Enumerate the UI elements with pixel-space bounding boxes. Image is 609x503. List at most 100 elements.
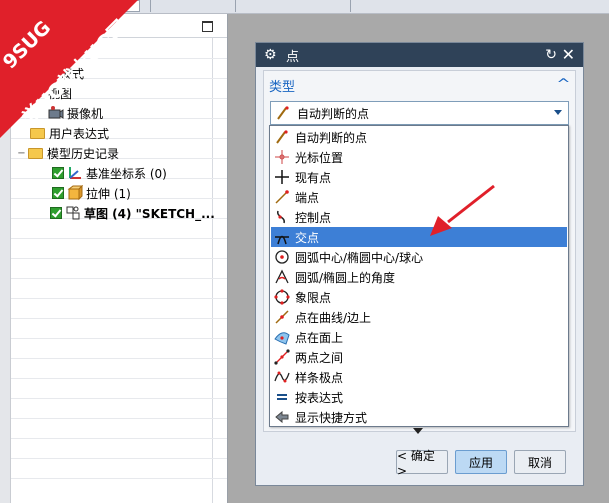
dropdown-item-label: 象限点 <box>295 290 332 305</box>
dropdown-item[interactable]: 现有点 <box>271 167 567 187</box>
show-shortcuts-icon <box>274 409 290 425</box>
chevron-up-icon[interactable]: ^ <box>556 77 570 92</box>
camera-icon <box>48 105 64 121</box>
collapse-icon[interactable]: − <box>17 148 26 159</box>
more-options-arrow-icon[interactable] <box>413 428 423 434</box>
dropdown-item-label: 两点之间 <box>295 350 344 365</box>
dropdown-item[interactable]: 圆弧/椭圆上的角度 <box>271 267 567 287</box>
dropdown-item[interactable]: 自动判断的点 <box>271 127 567 147</box>
tree-item-model-history[interactable]: − 模型历史记录 <box>17 143 119 163</box>
chevron-down-icon[interactable] <box>554 110 562 115</box>
extrude-icon <box>67 184 84 201</box>
tree-item-extrude[interactable]: 拉伸 (1) <box>52 183 131 203</box>
reset-icon[interactable]: ↻ <box>545 47 557 63</box>
by-expression-icon <box>274 389 290 405</box>
datum-csys-icon <box>67 165 83 181</box>
resource-bar-strip <box>0 14 11 503</box>
tree-item-cameras[interactable]: 摄像机 <box>48 103 103 123</box>
dropdown-item-selected[interactable]: 交点 <box>271 227 567 247</box>
tree-item-mode[interactable]: 录模式 <box>48 63 84 83</box>
visibility-checkbox[interactable] <box>50 207 62 219</box>
type-section-header[interactable]: 类型 ^ <box>264 73 575 97</box>
cursor-location-icon <box>274 149 290 165</box>
dropdown-item-label: 按表达式 <box>295 390 344 405</box>
type-select[interactable]: 自动判断的点 <box>270 101 569 125</box>
gear-icon[interactable]: ⚙ <box>264 48 278 62</box>
dropdown-item[interactable]: 控制点 <box>271 207 567 227</box>
dropdown-item-label: 圆弧中心/椭圆中心/球心 <box>295 250 424 265</box>
dropdown-item[interactable]: 光标位置 <box>271 147 567 167</box>
tree-item-datum-csys[interactable]: 基准坐标系 (0) <box>52 163 167 183</box>
tree-item-user-expressions[interactable]: 用户表达式 <box>30 123 109 143</box>
tree-item-label: 草图 (4) "SKETCH_... <box>84 206 215 221</box>
visibility-checkbox[interactable] <box>52 187 64 199</box>
dropdown-item-label: 点在曲线/边上 <box>295 310 372 325</box>
dropdown-item[interactable]: 端点 <box>271 187 567 207</box>
row-divider <box>11 418 227 419</box>
dropdown-item-label: 点在面上 <box>295 330 344 345</box>
dropdown-item-label: 交点 <box>295 230 320 245</box>
angle-on-arc-icon <box>274 269 290 285</box>
sketch-icon <box>65 205 81 221</box>
dropdown-item[interactable]: 按表达式 <box>271 387 567 407</box>
maximize-icon[interactable] <box>202 21 213 32</box>
toolbar-field[interactable] <box>78 0 140 12</box>
apply-button[interactable]: 应用 <box>455 450 507 474</box>
spline-pole-icon <box>274 369 290 385</box>
quadrant-point-icon <box>274 289 290 305</box>
folder-icon <box>30 125 46 141</box>
cancel-button[interactable]: 取消 <box>514 450 566 474</box>
toolbar-separator <box>235 0 236 12</box>
dropdown-item-label: 现有点 <box>295 170 332 185</box>
close-icon[interactable]: ✕ <box>562 45 575 64</box>
row-divider <box>11 98 227 99</box>
existing-point-icon <box>274 169 290 185</box>
arc-center-icon <box>274 249 290 265</box>
column-divider <box>212 38 213 503</box>
dropdown-item[interactable]: 圆弧中心/椭圆中心/球心 <box>271 247 567 267</box>
row-divider <box>11 438 227 439</box>
row-divider <box>11 258 227 259</box>
tree-item-label: 模型历史记录 <box>47 146 120 161</box>
navigator-header <box>11 14 227 38</box>
row-divider <box>11 238 227 239</box>
dropdown-item-label: 自动判断的点 <box>295 130 368 145</box>
dialog-title: 点 <box>286 49 300 65</box>
intersection-point-icon <box>274 229 290 245</box>
dropdown-item[interactable]: 显示快捷方式 <box>271 407 567 427</box>
row-divider <box>11 318 227 319</box>
row-divider <box>11 278 227 279</box>
part-navigator-panel: 录模式 视图 摄像机 用户表达式 − 模型历史记录 基准坐标系 (0) 拉伸 (… <box>0 14 228 503</box>
dropdown-item[interactable]: 象限点 <box>271 287 567 307</box>
dropdown-item[interactable]: 样条极点 <box>271 367 567 387</box>
dropdown-item[interactable]: 点在曲线/边上 <box>271 307 567 327</box>
dropdown-item[interactable]: 两点之间 <box>271 347 567 367</box>
row-divider <box>11 398 227 399</box>
tree-item-label: 基准坐标系 (0) <box>86 166 167 181</box>
tree-item-label: 用户表达式 <box>49 126 110 141</box>
row-divider <box>11 78 227 79</box>
folder-icon <box>28 145 44 161</box>
control-point-icon <box>274 209 290 225</box>
row-divider <box>11 358 227 359</box>
visibility-checkbox[interactable] <box>52 167 64 179</box>
inferred-point-icon <box>275 105 291 121</box>
row-divider <box>11 58 227 59</box>
row-divider <box>11 298 227 299</box>
dropdown-item-label: 显示快捷方式 <box>295 410 368 425</box>
tree-item-label: 录模式 <box>48 66 85 81</box>
tree-item-label: 摄像机 <box>67 106 104 121</box>
end-point-icon <box>274 189 290 205</box>
dropdown-item-label: 控制点 <box>295 210 332 225</box>
dropdown-item[interactable]: 点在面上 <box>271 327 567 347</box>
ok-button[interactable]: < 确定 > <box>396 449 448 478</box>
dropdown-item-label: 样条极点 <box>295 370 344 385</box>
tree-item-views[interactable]: 视图 <box>48 83 72 103</box>
top-toolbar-strip <box>0 0 609 14</box>
dialog-title-bar[interactable]: ⚙ 点 ↻ ✕ <box>256 43 583 67</box>
row-divider <box>11 458 227 459</box>
dropdown-item-label: 端点 <box>295 190 320 205</box>
tree-item-label: 视图 <box>48 86 73 101</box>
tree-item-sketch[interactable]: 草图 (4) "SKETCH_... <box>50 203 215 223</box>
dropdown-item-label: 光标位置 <box>295 150 344 165</box>
